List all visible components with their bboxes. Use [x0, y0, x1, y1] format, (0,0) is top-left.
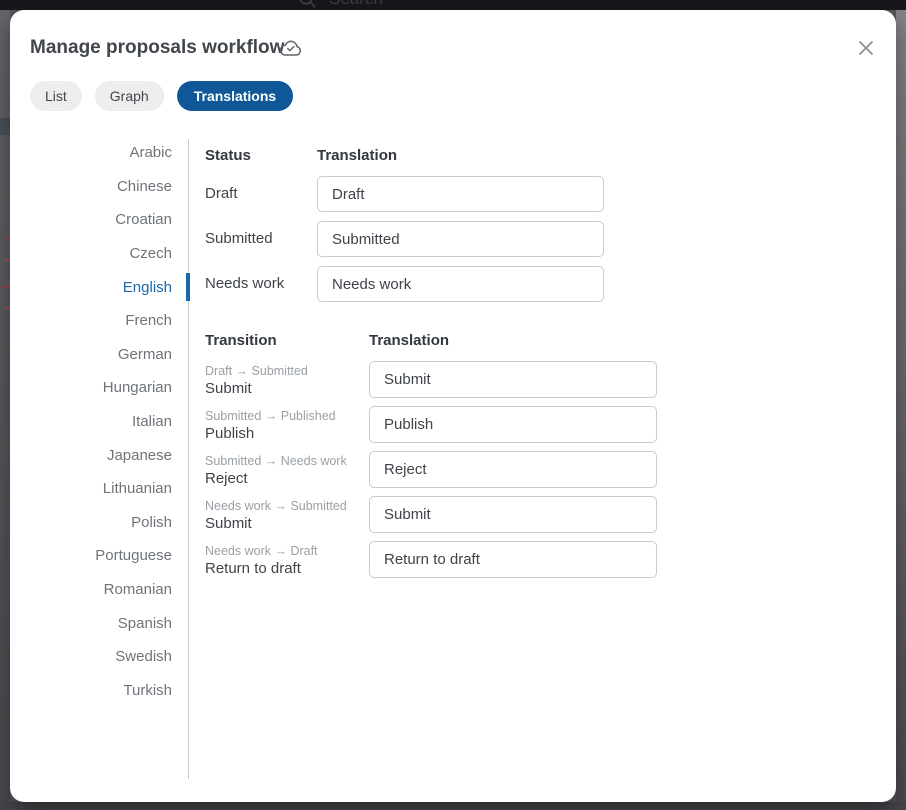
language-item-arabic[interactable]: Arabic — [10, 136, 172, 170]
manage-workflow-modal: Manage proposals workflow List Graph Tra… — [10, 10, 896, 802]
background-search-label: Search — [329, 0, 383, 9]
language-item-chinese[interactable]: Chinese — [10, 170, 172, 204]
transition-label: Publish — [205, 425, 365, 443]
transition-path: Submitted → Published — [205, 409, 365, 424]
background-page-left-fragment — [0, 10, 10, 810]
transition-translation-input-reject[interactable] — [369, 451, 657, 488]
language-item-spanish[interactable]: Spanish — [10, 606, 172, 640]
transition-path: Submitted → Needs work — [205, 454, 365, 469]
language-list-divider — [188, 139, 189, 779]
status-label-submitted: Submitted — [205, 221, 273, 257]
background-page-right-fragment — [896, 10, 906, 810]
transition-cell-draft-submitted: Draft → Submitted Submit — [205, 364, 365, 398]
tab-translations[interactable]: Translations — [177, 81, 293, 111]
search-icon — [298, 0, 317, 9]
close-button[interactable] — [853, 35, 879, 61]
transition-path: Draft → Submitted — [205, 364, 365, 379]
background-page-bottom-fragment — [0, 802, 906, 810]
language-item-hungarian[interactable]: Hungarian — [10, 371, 172, 405]
language-item-japanese[interactable]: Japanese — [10, 438, 172, 472]
language-item-croatian[interactable]: Croatian — [10, 203, 172, 237]
tab-graph[interactable]: Graph — [95, 81, 164, 111]
status-translation-column-header: Translation — [317, 147, 397, 164]
background-fragment — [0, 118, 10, 135]
transition-label: Reject — [205, 470, 365, 488]
transition-label: Submit — [205, 515, 365, 533]
background-searchbar: Search — [298, 0, 383, 9]
background-fragment — [3, 237, 10, 239]
transition-cell-submitted-needs-work: Submitted → Needs work Reject — [205, 454, 365, 488]
tab-list[interactable]: List — [30, 81, 82, 111]
language-item-english[interactable]: English — [10, 270, 172, 304]
transition-cell-needs-work-submitted: Needs work → Submitted Submit — [205, 499, 365, 533]
status-translation-input-submitted[interactable] — [317, 221, 604, 257]
language-item-polish[interactable]: Polish — [10, 506, 172, 540]
status-column-header: Status — [205, 147, 251, 164]
transition-path: Needs work → Draft — [205, 544, 365, 559]
close-icon — [856, 38, 876, 58]
modal-title: Manage proposals workflow — [30, 37, 284, 59]
background-topbar: Search — [0, 0, 906, 10]
language-item-french[interactable]: French — [10, 304, 172, 338]
transition-cell-submitted-published: Submitted → Published Publish — [205, 409, 365, 443]
transition-translation-input-publish[interactable] — [369, 406, 657, 443]
language-item-lithuanian[interactable]: Lithuanian — [10, 472, 172, 506]
transition-translation-input-submit-1[interactable] — [369, 361, 657, 398]
language-item-italian[interactable]: Italian — [10, 405, 172, 439]
transition-cell-needs-work-draft: Needs work → Draft Return to draft — [205, 544, 365, 578]
language-item-german[interactable]: German — [10, 338, 172, 372]
language-item-turkish[interactable]: Turkish — [10, 674, 172, 708]
transition-translation-column-header: Translation — [369, 332, 449, 349]
language-item-romanian[interactable]: Romanian — [10, 573, 172, 607]
status-translation-input-needs-work[interactable] — [317, 266, 604, 302]
transition-column-header: Transition — [205, 332, 277, 349]
status-translation-input-draft[interactable] — [317, 176, 604, 212]
status-label-draft: Draft — [205, 176, 238, 212]
cloud-check-icon — [279, 37, 303, 59]
transition-label: Submit — [205, 380, 365, 398]
transition-translation-input-submit-2[interactable] — [369, 496, 657, 533]
status-label-needs-work: Needs work — [205, 266, 284, 302]
language-item-czech[interactable]: Czech — [10, 237, 172, 271]
transition-path: Needs work → Submitted — [205, 499, 365, 514]
selected-language-indicator — [186, 273, 190, 301]
transition-label: Return to draft — [205, 560, 365, 578]
language-item-portuguese[interactable]: Portuguese — [10, 539, 172, 573]
language-list: Arabic Chinese Croatian Czech English Fr… — [10, 136, 172, 707]
transition-translation-input-return-to-draft[interactable] — [369, 541, 657, 578]
language-item-swedish[interactable]: Swedish — [10, 640, 172, 674]
background-fragment — [2, 286, 10, 288]
view-tabs: List Graph Translations — [30, 81, 293, 111]
